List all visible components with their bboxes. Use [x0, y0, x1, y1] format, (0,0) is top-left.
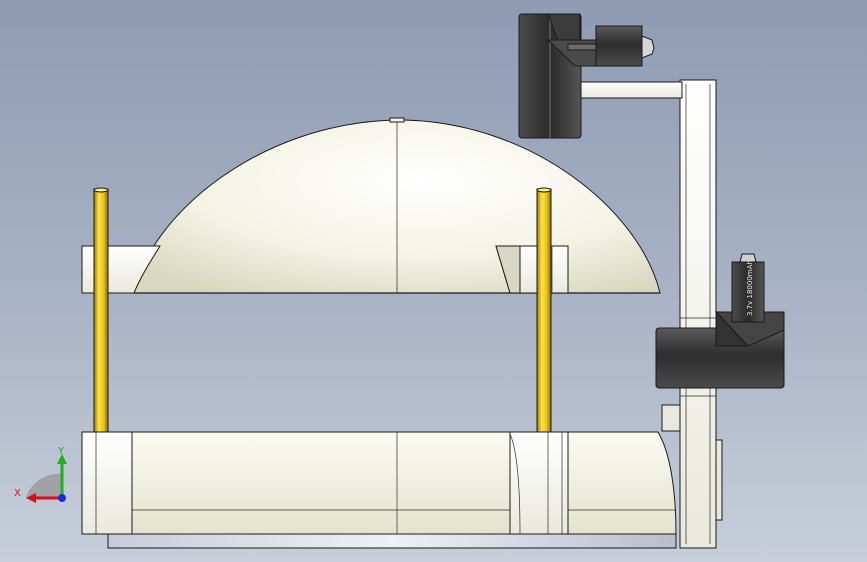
threaded-rod-right [536, 187, 552, 433]
threaded-rod-left [93, 187, 109, 433]
z-axis-dot-icon [58, 494, 66, 502]
coordinate-triad: Y X [14, 446, 67, 503]
side-lamp-housing: 3.7v 18000mAh [655, 253, 785, 389]
battery-label: 3.7v 18000mAh [746, 260, 754, 316]
base-bottom-plate [107, 533, 677, 549]
x-axis-label: X [14, 488, 21, 499]
cad-viewport[interactable]: 3.7v 18000mAh Y X [0, 0, 867, 562]
cad-model-drawing: 3.7v 18000mAh Y X [14, 13, 785, 549]
lower-dome-base [81, 431, 677, 535]
y-axis-label: Y [57, 446, 65, 457]
top-lamp-housing [518, 13, 655, 139]
upper-dome [133, 117, 661, 294]
